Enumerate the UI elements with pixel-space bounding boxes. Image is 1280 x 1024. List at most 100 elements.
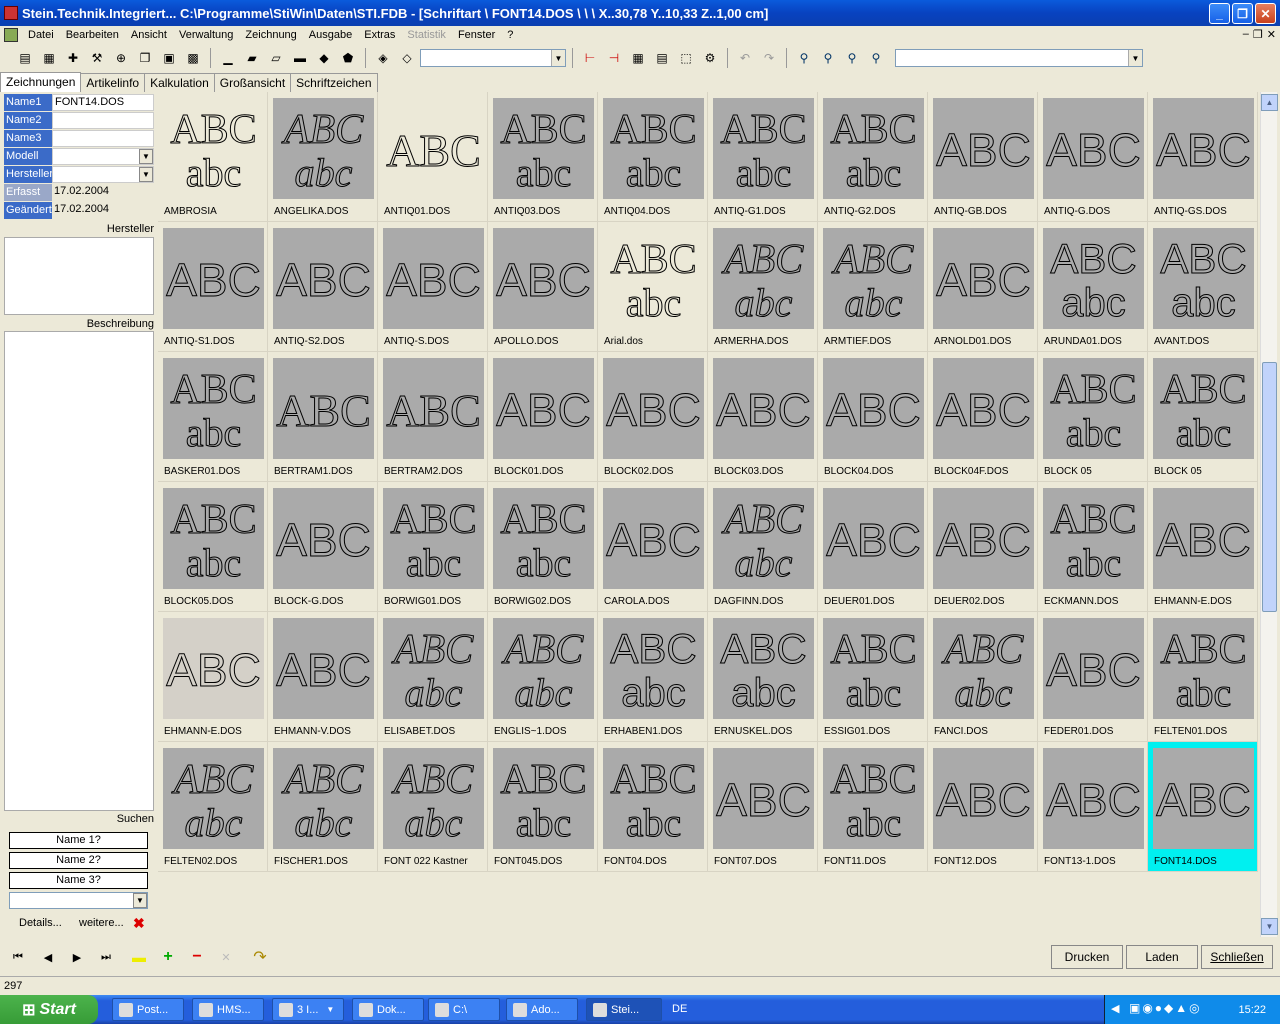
font-cell[interactable]: ABC abc FISCHER1.DOS bbox=[268, 742, 378, 872]
menu-verwaltung[interactable]: Verwaltung bbox=[173, 29, 239, 41]
chevron-down-icon[interactable]: ▼ bbox=[551, 50, 565, 66]
font-cell[interactable]: ABC ANTIQ-GB.DOS bbox=[928, 92, 1038, 222]
font-cell[interactable]: ABC abc ENGLIS~1.DOS bbox=[488, 612, 598, 742]
font-cell[interactable]: ABC abc ANTIQ04.DOS bbox=[598, 92, 708, 222]
font-cell[interactable]: ABC abc ERNUSKEL.DOS bbox=[708, 612, 818, 742]
font-cell[interactable]: ABC abc ARMTIEF.DOS bbox=[818, 222, 928, 352]
add-record-icon[interactable]: + bbox=[158, 948, 178, 966]
laden-button[interactable]: Laden bbox=[1126, 945, 1198, 969]
font-cell[interactable]: ABC abc ANTIQ03.DOS bbox=[488, 92, 598, 222]
beschreibung-textarea[interactable] bbox=[4, 331, 154, 811]
font-cell[interactable]: ABC abc BORWIG01.DOS bbox=[378, 482, 488, 612]
grid-icon[interactable]: ▦ bbox=[627, 48, 649, 68]
close-icon[interactable]: ✕ bbox=[1255, 3, 1276, 24]
shape-6-icon[interactable]: ⬟ bbox=[337, 48, 359, 68]
font-cell[interactable]: ABC abc ANTIQ-G1.DOS bbox=[708, 92, 818, 222]
schliessen-button[interactable]: Schließen bbox=[1201, 945, 1273, 969]
texture-icon[interactable]: ▩ bbox=[182, 48, 204, 68]
mdi-restore-icon[interactable]: ❐ bbox=[1253, 28, 1263, 41]
print-icon[interactable]: ▤ bbox=[14, 48, 36, 68]
font-cell[interactable]: ABC EHMANN-V.DOS bbox=[268, 612, 378, 742]
hersteller-select[interactable]: ▼ bbox=[52, 166, 154, 183]
font-cell[interactable]: ABC abc AMBROSIA bbox=[158, 92, 268, 222]
shape-4-icon[interactable]: ▬ bbox=[289, 48, 311, 68]
name3-input[interactable] bbox=[52, 130, 154, 147]
shape-3-icon[interactable]: ▱ bbox=[265, 48, 287, 68]
font-cell[interactable]: ABC BLOCK02.DOS bbox=[598, 352, 708, 482]
font-cell[interactable]: ABC abc BORWIG02.DOS bbox=[488, 482, 598, 612]
clear-search-icon[interactable]: ✖ bbox=[133, 915, 145, 932]
cross-icon[interactable]: ✚ bbox=[62, 48, 84, 68]
taskbar-item-explorer[interactable]: C:\ bbox=[428, 998, 500, 1021]
tool-icon[interactable]: ⚒ bbox=[86, 48, 108, 68]
tab-artikelinfo[interactable]: Artikelinfo bbox=[80, 73, 146, 92]
shape-1-icon[interactable]: ▁ bbox=[217, 48, 239, 68]
delete-record-icon[interactable]: − bbox=[187, 948, 207, 966]
edit-record-icon[interactable]: ▬ bbox=[129, 948, 149, 966]
font-cell[interactable]: ABC abc FONT045.DOS bbox=[488, 742, 598, 872]
last-record-icon[interactable]: ⏭ bbox=[96, 948, 116, 966]
font-cell[interactable]: ABC DEUER02.DOS bbox=[928, 482, 1038, 612]
grid-2-icon[interactable]: ▤ bbox=[651, 48, 673, 68]
menu-extras[interactable]: Extras bbox=[358, 29, 401, 41]
scroll-down-icon[interactable]: ▼ bbox=[1261, 918, 1278, 935]
taskbar-item-post[interactable]: Post... bbox=[112, 998, 184, 1021]
target-icon[interactable]: ⊕ bbox=[110, 48, 132, 68]
photo-icon[interactable]: ▣ bbox=[158, 48, 180, 68]
font-cell[interactable]: ABC ANTIQ-S1.DOS bbox=[158, 222, 268, 352]
font-cell[interactable]: ABC ARNOLD01.DOS bbox=[928, 222, 1038, 352]
mdi-close-icon[interactable]: ✕ bbox=[1267, 28, 1276, 41]
restore-icon[interactable]: ❐ bbox=[1232, 3, 1253, 24]
font-cell[interactable]: ABC abc BLOCK 05 bbox=[1038, 352, 1148, 482]
font-cell[interactable]: ABC FONT12.DOS bbox=[928, 742, 1038, 872]
font-cell[interactable]: ABC abc BLOCK05.DOS bbox=[158, 482, 268, 612]
first-record-icon[interactable]: ⏮ bbox=[8, 948, 28, 966]
name2-input[interactable] bbox=[52, 112, 154, 129]
menu-fenster[interactable]: Fenster bbox=[452, 29, 501, 41]
measure-icon[interactable]: ⊢ bbox=[579, 48, 601, 68]
chevron-down-icon[interactable]: ▼ bbox=[139, 149, 153, 164]
font-cell[interactable]: ABC abc FELTEN02.DOS bbox=[158, 742, 268, 872]
font-cell[interactable]: ABC BERTRAM1.DOS bbox=[268, 352, 378, 482]
tab-zeichnungen[interactable]: Zeichnungen bbox=[0, 72, 82, 92]
font-cell[interactable]: ABC BLOCK04F.DOS bbox=[928, 352, 1038, 482]
font-cell[interactable]: ABC FEDER01.DOS bbox=[1038, 612, 1148, 742]
font-cell[interactable]: ABC BLOCK04.DOS bbox=[818, 352, 928, 482]
chevron-down-icon[interactable]: ▼ bbox=[1128, 50, 1142, 66]
mdi-minimize-icon[interactable]: – bbox=[1243, 28, 1249, 41]
font-cell[interactable]: ABC BLOCK-G.DOS bbox=[268, 482, 378, 612]
cancel-edit-icon[interactable]: ✕ bbox=[216, 948, 236, 966]
font-cell[interactable]: ABC ANTIQ01.DOS bbox=[378, 92, 488, 222]
app-icon[interactable] bbox=[4, 6, 18, 20]
chevron-down-icon[interactable]: ▼ bbox=[133, 893, 147, 908]
search-name1-input[interactable]: Name 1? bbox=[9, 832, 148, 849]
font-cell[interactable]: ABC FONT07.DOS bbox=[708, 742, 818, 872]
font-cell[interactable]: ABC FONT13-1.DOS bbox=[1038, 742, 1148, 872]
font-cell[interactable]: ABC DEUER01.DOS bbox=[818, 482, 928, 612]
font-cell[interactable]: ABC FONT14.DOS bbox=[1148, 742, 1258, 872]
start-button[interactable]: ⊞ Start bbox=[0, 995, 98, 1024]
chevron-down-icon[interactable]: ▼ bbox=[139, 167, 153, 182]
language-indicator[interactable]: DE bbox=[672, 1003, 687, 1015]
taskbar-item-ie[interactable]: 3 I... ▼ bbox=[272, 998, 344, 1021]
tray-icons[interactable]: ▣◉●◆▲◎ bbox=[1129, 1001, 1202, 1015]
search-combo[interactable]: ▼ bbox=[9, 892, 148, 909]
copy-icon[interactable]: ❐ bbox=[134, 48, 156, 68]
name1-input[interactable]: FONT14.DOS bbox=[52, 94, 154, 111]
font-cell[interactable]: ABC APOLLO.DOS bbox=[488, 222, 598, 352]
menu-ansicht[interactable]: Ansicht bbox=[125, 29, 173, 41]
layers-icon[interactable]: ◇ bbox=[396, 48, 418, 68]
abc-grid-icon[interactable]: ▦ bbox=[38, 48, 60, 68]
font-cell[interactable]: ABC abc ECKMANN.DOS bbox=[1038, 482, 1148, 612]
menu-ausgabe[interactable]: Ausgabe bbox=[303, 29, 358, 41]
next-record-icon[interactable]: ▶ bbox=[67, 948, 87, 966]
layer-combo[interactable]: ▼ bbox=[420, 49, 566, 67]
font-cell[interactable]: ABC abc ANTIQ-G2.DOS bbox=[818, 92, 928, 222]
minimize-icon[interactable]: _ bbox=[1209, 3, 1230, 24]
modell-select[interactable]: ▼ bbox=[52, 148, 154, 165]
settings-icon[interactable]: ⚙ bbox=[699, 48, 721, 68]
font-cell[interactable]: ABC abc BASKER01.DOS bbox=[158, 352, 268, 482]
zoom-fit-icon[interactable]: ⚲ bbox=[865, 48, 887, 68]
menu-help[interactable]: ? bbox=[501, 29, 519, 41]
font-cell[interactable]: ABC BLOCK01.DOS bbox=[488, 352, 598, 482]
